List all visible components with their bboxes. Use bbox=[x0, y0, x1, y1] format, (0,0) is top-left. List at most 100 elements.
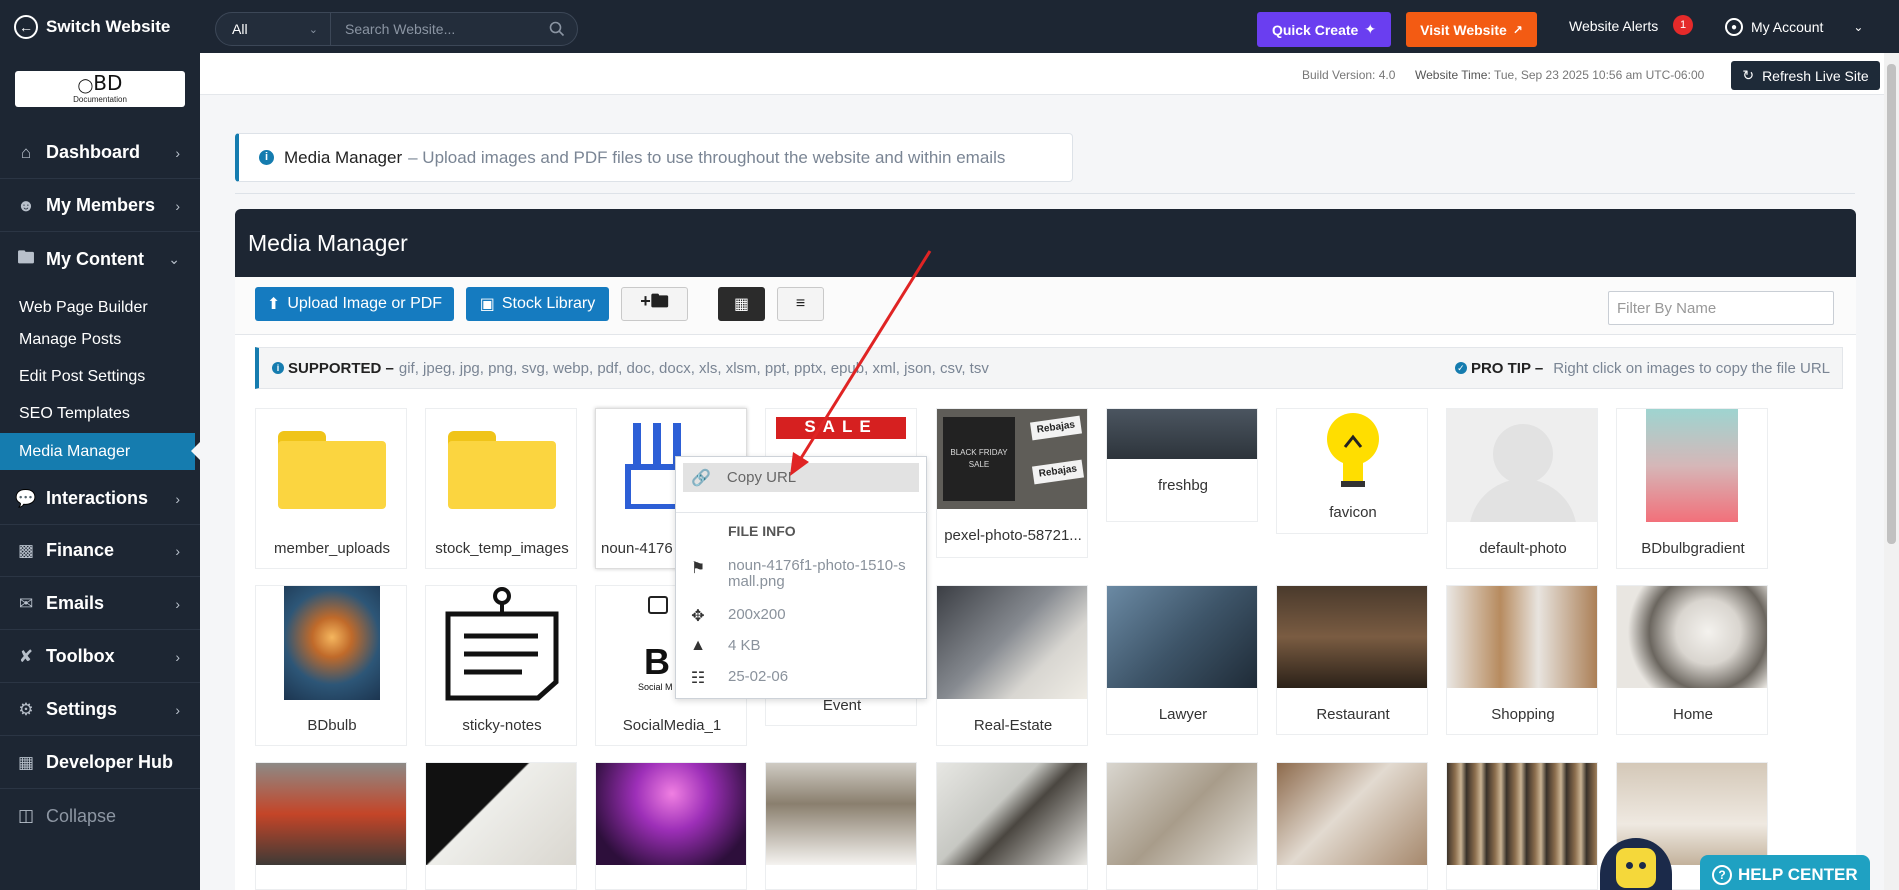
page-description: – Upload images and PDF files to use thr… bbox=[408, 147, 1006, 167]
help-center-label: HELP CENTER bbox=[1738, 865, 1858, 884]
sidebar-collapse-button[interactable]: ◫ Collapse bbox=[0, 790, 200, 842]
chevron-right-icon: › bbox=[175, 648, 180, 665]
check-circle-icon: ✓ bbox=[1454, 362, 1467, 374]
list-view-button[interactable]: ≡ bbox=[777, 287, 824, 321]
media-tile-image[interactable] bbox=[936, 762, 1088, 890]
search-input[interactable] bbox=[331, 13, 537, 45]
visit-website-button[interactable]: Visit Website ↗ bbox=[1406, 12, 1537, 47]
media-tile-image[interactable] bbox=[425, 762, 577, 890]
media-tile-image[interactable]: BLACK FRIDAY SALE Rebajas Rebajas pexel-… bbox=[936, 408, 1088, 558]
media-tile-image[interactable]: Restaurant bbox=[1276, 585, 1428, 735]
professional-thumbnail bbox=[426, 763, 576, 865]
filter-by-name-input[interactable] bbox=[1608, 291, 1834, 325]
sidebar-item-label: Emails bbox=[46, 593, 105, 613]
media-tile-image[interactable]: Lawyer bbox=[1106, 585, 1258, 735]
finance-thumbnail bbox=[1107, 763, 1257, 865]
sidebar-subitem-media-manager[interactable]: Media Manager bbox=[0, 433, 200, 470]
media-tile-image[interactable]: Home bbox=[1616, 585, 1768, 735]
sidebar-item-toolbox[interactable]: ✘ Toolbox › bbox=[0, 631, 200, 683]
refresh-live-site-button[interactable]: ↻ Refresh Live Site bbox=[1731, 61, 1880, 90]
media-tile-folder[interactable]: stock_temp_images bbox=[425, 408, 577, 569]
page-scrollbar-thumb[interactable] bbox=[1887, 64, 1896, 544]
media-tile-image[interactable]: Shopping bbox=[1446, 585, 1598, 735]
quick-create-button[interactable]: Quick Create ✦ bbox=[1257, 12, 1391, 47]
tile-caption: SocialMedia_1 bbox=[622, 717, 722, 734]
sidebar-item-my-members[interactable]: ☻ My Members › bbox=[0, 180, 200, 232]
alerts-count-badge: 1 bbox=[1673, 15, 1693, 35]
switch-website-label: Switch Website bbox=[46, 16, 171, 36]
media-tile-image[interactable]: sticky-notes bbox=[425, 585, 577, 746]
media-tile-image[interactable]: Real-Estate bbox=[936, 585, 1088, 746]
sidebar-subitem-edit-post-settings[interactable]: Edit Post Settings bbox=[0, 358, 200, 395]
upload-image-button[interactable]: ⬆ Upload Image or PDF bbox=[255, 287, 454, 321]
website-time-label: Website Time: bbox=[1415, 68, 1491, 82]
home-thumbnail bbox=[1617, 586, 1767, 688]
media-tile-image[interactable]: default-photo bbox=[1446, 408, 1598, 569]
sidebar-item-interactions[interactable]: 💬 Interactions › bbox=[0, 473, 200, 525]
site-logo[interactable]: ◯BD Documentation bbox=[15, 71, 185, 107]
tile-caption: Real-Estate bbox=[973, 717, 1053, 734]
tile-caption: freshbg bbox=[1157, 477, 1209, 494]
media-tile-image[interactable]: freshbg bbox=[1106, 408, 1258, 522]
divider bbox=[676, 512, 928, 513]
sidebar-item-dashboard[interactable]: ⌂ Dashboard › bbox=[0, 127, 200, 179]
envelope-icon: ✉ bbox=[18, 593, 34, 613]
sidebar-subitem-manage-posts[interactable]: Manage Posts bbox=[0, 321, 200, 358]
home-icon: ⌂ bbox=[20, 142, 32, 162]
help-center-button[interactable]: ? HELP CENTER bbox=[1700, 855, 1870, 890]
refresh-icon: ↻ bbox=[1742, 67, 1755, 83]
new-folder-button[interactable]: +🖿 bbox=[621, 287, 688, 321]
search-icon[interactable] bbox=[537, 21, 577, 37]
info-icon: i bbox=[272, 362, 284, 374]
bar-chart-icon: ▩ bbox=[17, 540, 35, 560]
page-notice: i Media Manager – Upload images and PDF … bbox=[235, 133, 1073, 182]
calendar-icon: ☷ bbox=[690, 670, 706, 687]
collapse-icon: ◫ bbox=[17, 806, 35, 825]
divider bbox=[235, 193, 1855, 194]
sidebar-item-settings[interactable]: ⚙ Settings › bbox=[0, 684, 200, 736]
website-time-value: Tue, Sep 23 2025 10:56 am UTC-06:00 bbox=[1493, 68, 1705, 82]
tile-caption: member_uploads bbox=[274, 540, 390, 557]
sidebar-subitem-seo-templates[interactable]: SEO Templates bbox=[0, 395, 200, 432]
logo-subtext: Documentation bbox=[73, 95, 127, 104]
media-tile-image[interactable] bbox=[1276, 762, 1428, 890]
media-tile-image[interactable] bbox=[1446, 762, 1598, 890]
website-alerts-button[interactable]: Website Alerts bbox=[1569, 18, 1658, 34]
media-tile-image[interactable]: favicon bbox=[1276, 408, 1428, 534]
sale-thumbnail: SALE bbox=[766, 409, 916, 449]
grid-view-button[interactable]: ▦ bbox=[718, 287, 765, 321]
pro-tip-label: PRO TIP – bbox=[1470, 359, 1544, 377]
list-icon: ≡ bbox=[795, 295, 806, 312]
media-tile-folder[interactable]: member_uploads bbox=[255, 408, 407, 569]
sidebar-item-label: Toolbox bbox=[46, 646, 115, 666]
grid-icon: ▦ bbox=[17, 752, 35, 772]
file-size-row: ▲ 4 KB bbox=[686, 637, 760, 655]
media-tile-image[interactable] bbox=[595, 762, 747, 890]
media-tile-image[interactable]: BDbulbgradient bbox=[1616, 408, 1768, 569]
sidebar-item-emails[interactable]: ✉ Emails › bbox=[0, 578, 200, 630]
bulb-icon: ◯ bbox=[77, 78, 94, 94]
media-tile-image[interactable] bbox=[1106, 762, 1258, 890]
media-tile-image[interactable]: BDbulb bbox=[255, 585, 407, 746]
sidebar-item-developer-hub[interactable]: ▦ Developer Hub bbox=[0, 737, 200, 789]
bulb-thumbnail bbox=[284, 586, 380, 700]
media-tile-image[interactable] bbox=[765, 762, 917, 890]
stock-library-button[interactable]: ▣ Stock Library bbox=[466, 287, 609, 321]
lightbulb-thumbnail bbox=[1327, 413, 1379, 487]
sidebar-item-label: Settings bbox=[46, 699, 118, 719]
media-tile-image[interactable] bbox=[255, 762, 407, 890]
folder-icon bbox=[448, 431, 556, 509]
my-account-menu[interactable]: ● My Account ⌄ bbox=[1725, 18, 1863, 36]
sidebar-item-my-content[interactable]: 🖿 My Content ⌄ bbox=[0, 233, 200, 285]
lawyer-thumbnail bbox=[1107, 586, 1257, 688]
copy-url-menu-item[interactable]: 🔗 Copy URL bbox=[683, 463, 919, 492]
move-icon: ✥ bbox=[691, 608, 705, 625]
weight-icon: ▲ bbox=[690, 637, 706, 654]
file-dimensions-row: ✥ 200x200 bbox=[686, 606, 785, 626]
image-icon: ▣ bbox=[479, 296, 495, 313]
search-scope-select[interactable]: All ⌄ bbox=[216, 13, 331, 45]
context-menu: 🔗 Copy URL FILE INFO ⚑ noun-4176f1-photo… bbox=[675, 456, 928, 699]
search-scope-value: All bbox=[232, 21, 248, 37]
switch-website-button[interactable]: ← Switch Website bbox=[0, 0, 200, 53]
sidebar-item-finance[interactable]: ▩ Finance › bbox=[0, 525, 200, 577]
